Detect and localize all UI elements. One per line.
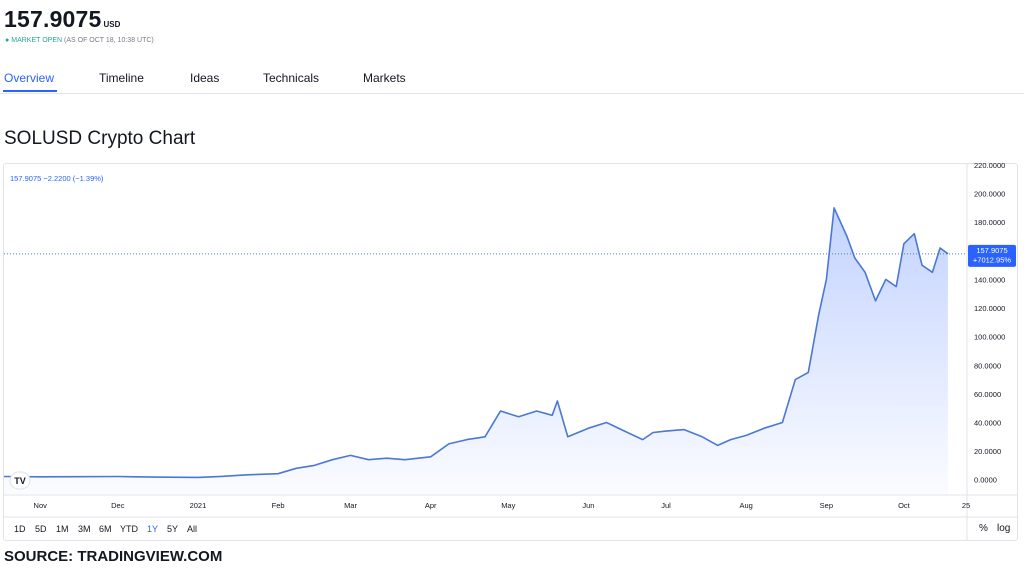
series-area xyxy=(4,207,948,494)
range-1y[interactable]: 1Y xyxy=(147,524,158,534)
range-5y[interactable]: 5Y xyxy=(167,524,178,534)
range-all[interactable]: All xyxy=(187,524,197,534)
last-price-value: 157.9075 xyxy=(976,246,1007,255)
x-tick-label: Aug xyxy=(740,501,753,510)
range-ytd[interactable]: YTD xyxy=(120,524,138,534)
x-tick-label: Apr xyxy=(425,501,437,510)
x-tick-label: Jul xyxy=(661,501,671,510)
price-chart[interactable]: 220.0000200.0000180.0000160.0000140.0000… xyxy=(0,0,1024,578)
x-tick-label: 2021 xyxy=(190,501,207,510)
y-tick-label: 60.0000 xyxy=(974,390,1001,399)
y-tick-label: 180.0000 xyxy=(974,218,1005,227)
percent-toggle[interactable]: % xyxy=(979,523,988,534)
range-5d[interactable]: 5D xyxy=(35,524,47,534)
x-tick-label: Oct xyxy=(898,501,911,510)
x-tick-label: Jun xyxy=(582,501,594,510)
x-tick-label: Feb xyxy=(272,501,285,510)
range-1d[interactable]: 1D xyxy=(14,524,26,534)
x-tick-label: Mar xyxy=(344,501,357,510)
last-price-label: 157.9075 +7012.95% xyxy=(968,244,1016,267)
svg-text:TV: TV xyxy=(14,476,26,486)
y-tick-label: 120.0000 xyxy=(974,304,1005,313)
y-tick-label: 200.0000 xyxy=(974,190,1005,199)
range-3m[interactable]: 3M xyxy=(78,524,91,534)
range-1m[interactable]: 1M xyxy=(56,524,69,534)
source-caption: SOURCE: TRADINGVIEW.COM xyxy=(4,548,223,565)
y-tick-label: 220.0000 xyxy=(974,161,1005,170)
log-toggle[interactable]: log xyxy=(997,523,1010,534)
y-tick-label: 140.0000 xyxy=(974,275,1005,284)
x-tick-label: May xyxy=(501,501,515,510)
tradingview-logo: TV xyxy=(9,471,31,490)
y-tick-label: 40.0000 xyxy=(974,418,1001,427)
x-tick-label: Dec xyxy=(111,501,125,510)
x-tick-label: 25 xyxy=(962,501,970,510)
x-tick-label: Sep xyxy=(820,501,833,510)
x-tick-label: Nov xyxy=(34,501,48,510)
y-tick-label: 20.0000 xyxy=(974,447,1001,456)
y-tick-label: 80.0000 xyxy=(974,361,1001,370)
last-price-change: +7012.95% xyxy=(973,255,1011,264)
y-tick-label: 100.0000 xyxy=(974,333,1005,342)
y-tick-label: 0.0000 xyxy=(974,476,997,485)
range-6m[interactable]: 6M xyxy=(99,524,112,534)
legend-value: 157.9075 −2.2200 (−1.39%) xyxy=(10,174,104,183)
